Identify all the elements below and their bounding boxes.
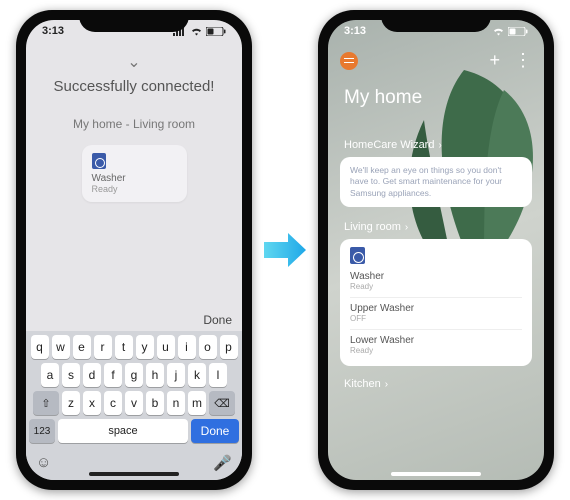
key-h[interactable]: h — [146, 363, 164, 387]
status-time: 3:13 — [42, 25, 64, 37]
wifi-icon — [492, 27, 505, 36]
key-e[interactable]: e — [73, 335, 91, 359]
notch — [79, 10, 189, 32]
key-t[interactable]: t — [115, 335, 133, 359]
success-title: Successfully connected! — [26, 78, 242, 95]
key-y[interactable]: y — [136, 335, 154, 359]
phone-left: 3:13 ⌄ Successfully connected! My home -… — [16, 10, 252, 490]
key-done[interactable]: Done — [191, 419, 239, 443]
status-icons — [492, 25, 528, 37]
washer-icon — [350, 247, 365, 264]
key-s[interactable]: s — [62, 363, 80, 387]
phone-right: 3:13 + ⋮ My home HomeCare Wizard › We'll… — [318, 10, 554, 490]
device-status: Ready — [350, 282, 522, 291]
location-subtitle: My home - Living room — [26, 117, 242, 131]
device-status: OFF — [350, 314, 522, 323]
wizard-text: We'll keep an eye on things so you don't… — [350, 165, 502, 198]
key-u[interactable]: u — [157, 335, 175, 359]
home-indicator[interactable] — [391, 472, 481, 476]
home-title: My home — [328, 71, 544, 139]
wizard-card[interactable]: We'll keep an eye on things so you don't… — [340, 157, 532, 207]
chevron-right-icon: › — [405, 222, 408, 233]
key-n[interactable]: n — [167, 391, 185, 415]
key-a[interactable]: a — [41, 363, 59, 387]
section-kitchen[interactable]: Kitchen › — [328, 378, 544, 396]
menu-icon[interactable] — [340, 52, 358, 70]
device-card[interactable]: WasherReadyUpper WasherOFFLower WasherRe… — [340, 239, 532, 366]
screen-right: 3:13 + ⋮ My home HomeCare Wizard › We'll… — [328, 20, 544, 480]
device-row[interactable]: Lower WasherReady — [350, 329, 522, 358]
success-panel: ⌄ Successfully connected! My home - Livi… — [26, 20, 242, 202]
notch — [381, 10, 491, 32]
section-label: HomeCare Wizard — [344, 139, 434, 151]
washer-icon — [92, 153, 106, 169]
keyboard-row-2: asdfghjkl — [29, 363, 239, 387]
key-x[interactable]: x — [83, 391, 101, 415]
device-card[interactable]: Washer Ready — [82, 145, 187, 202]
section-label: Living room — [344, 221, 401, 233]
key-shift[interactable]: ⇧ — [33, 391, 59, 415]
device-status: Ready — [92, 184, 177, 194]
keyboard[interactable]: Done qwertyuiop asdfghjkl ⇧zxcvbnm⌫ 123 … — [26, 309, 242, 480]
section-living-room[interactable]: Living room › — [328, 221, 544, 239]
more-icon[interactable]: ⋮ — [514, 50, 532, 71]
emoji-icon[interactable]: ☺ — [36, 454, 51, 472]
keyboard-done-top[interactable]: Done — [203, 313, 232, 327]
chevron-down-icon[interactable]: ⌄ — [26, 52, 242, 72]
device-name: Washer — [92, 173, 177, 184]
key-g[interactable]: g — [125, 363, 143, 387]
key-b[interactable]: b — [146, 391, 164, 415]
section-homecare[interactable]: HomeCare Wizard › — [328, 139, 544, 157]
key-space[interactable]: space — [58, 419, 188, 443]
section-label: Kitchen — [344, 378, 381, 390]
chevron-right-icon: › — [385, 379, 388, 390]
screen-left: 3:13 ⌄ Successfully connected! My home -… — [26, 20, 242, 480]
key-q[interactable]: q — [31, 335, 49, 359]
device-status: Ready — [350, 346, 522, 355]
battery-icon — [206, 27, 226, 36]
key-c[interactable]: c — [104, 391, 122, 415]
keyboard-row-1: qwertyuiop — [29, 335, 239, 359]
home-indicator[interactable] — [89, 472, 179, 476]
key-k[interactable]: k — [188, 363, 206, 387]
key-i[interactable]: i — [178, 335, 196, 359]
add-icon[interactable]: + — [489, 50, 500, 71]
keyboard-row-3: ⇧zxcvbnm⌫ — [29, 391, 239, 415]
key-f[interactable]: f — [104, 363, 122, 387]
key-w[interactable]: w — [52, 335, 70, 359]
device-name: Lower Washer — [350, 335, 522, 346]
device-name: Washer — [350, 271, 522, 282]
wifi-icon — [190, 27, 203, 36]
key-m[interactable]: m — [188, 391, 206, 415]
key-r[interactable]: r — [94, 335, 112, 359]
key-v[interactable]: v — [125, 391, 143, 415]
key-j[interactable]: j — [167, 363, 185, 387]
arrow-icon — [262, 227, 308, 273]
status-time: 3:13 — [344, 25, 366, 37]
device-name: Upper Washer — [350, 303, 522, 314]
mic-icon[interactable]: 🎤 — [213, 454, 232, 472]
key-backspace[interactable]: ⌫ — [209, 391, 235, 415]
device-row[interactable]: Upper WasherOFF — [350, 297, 522, 326]
key-123[interactable]: 123 — [29, 419, 55, 443]
battery-icon — [508, 27, 528, 36]
key-d[interactable]: d — [83, 363, 101, 387]
key-o[interactable]: o — [199, 335, 217, 359]
device-row[interactable]: WasherReady — [350, 268, 522, 294]
key-l[interactable]: l — [209, 363, 227, 387]
key-p[interactable]: p — [220, 335, 238, 359]
key-z[interactable]: z — [62, 391, 80, 415]
chevron-right-icon: › — [438, 140, 441, 151]
